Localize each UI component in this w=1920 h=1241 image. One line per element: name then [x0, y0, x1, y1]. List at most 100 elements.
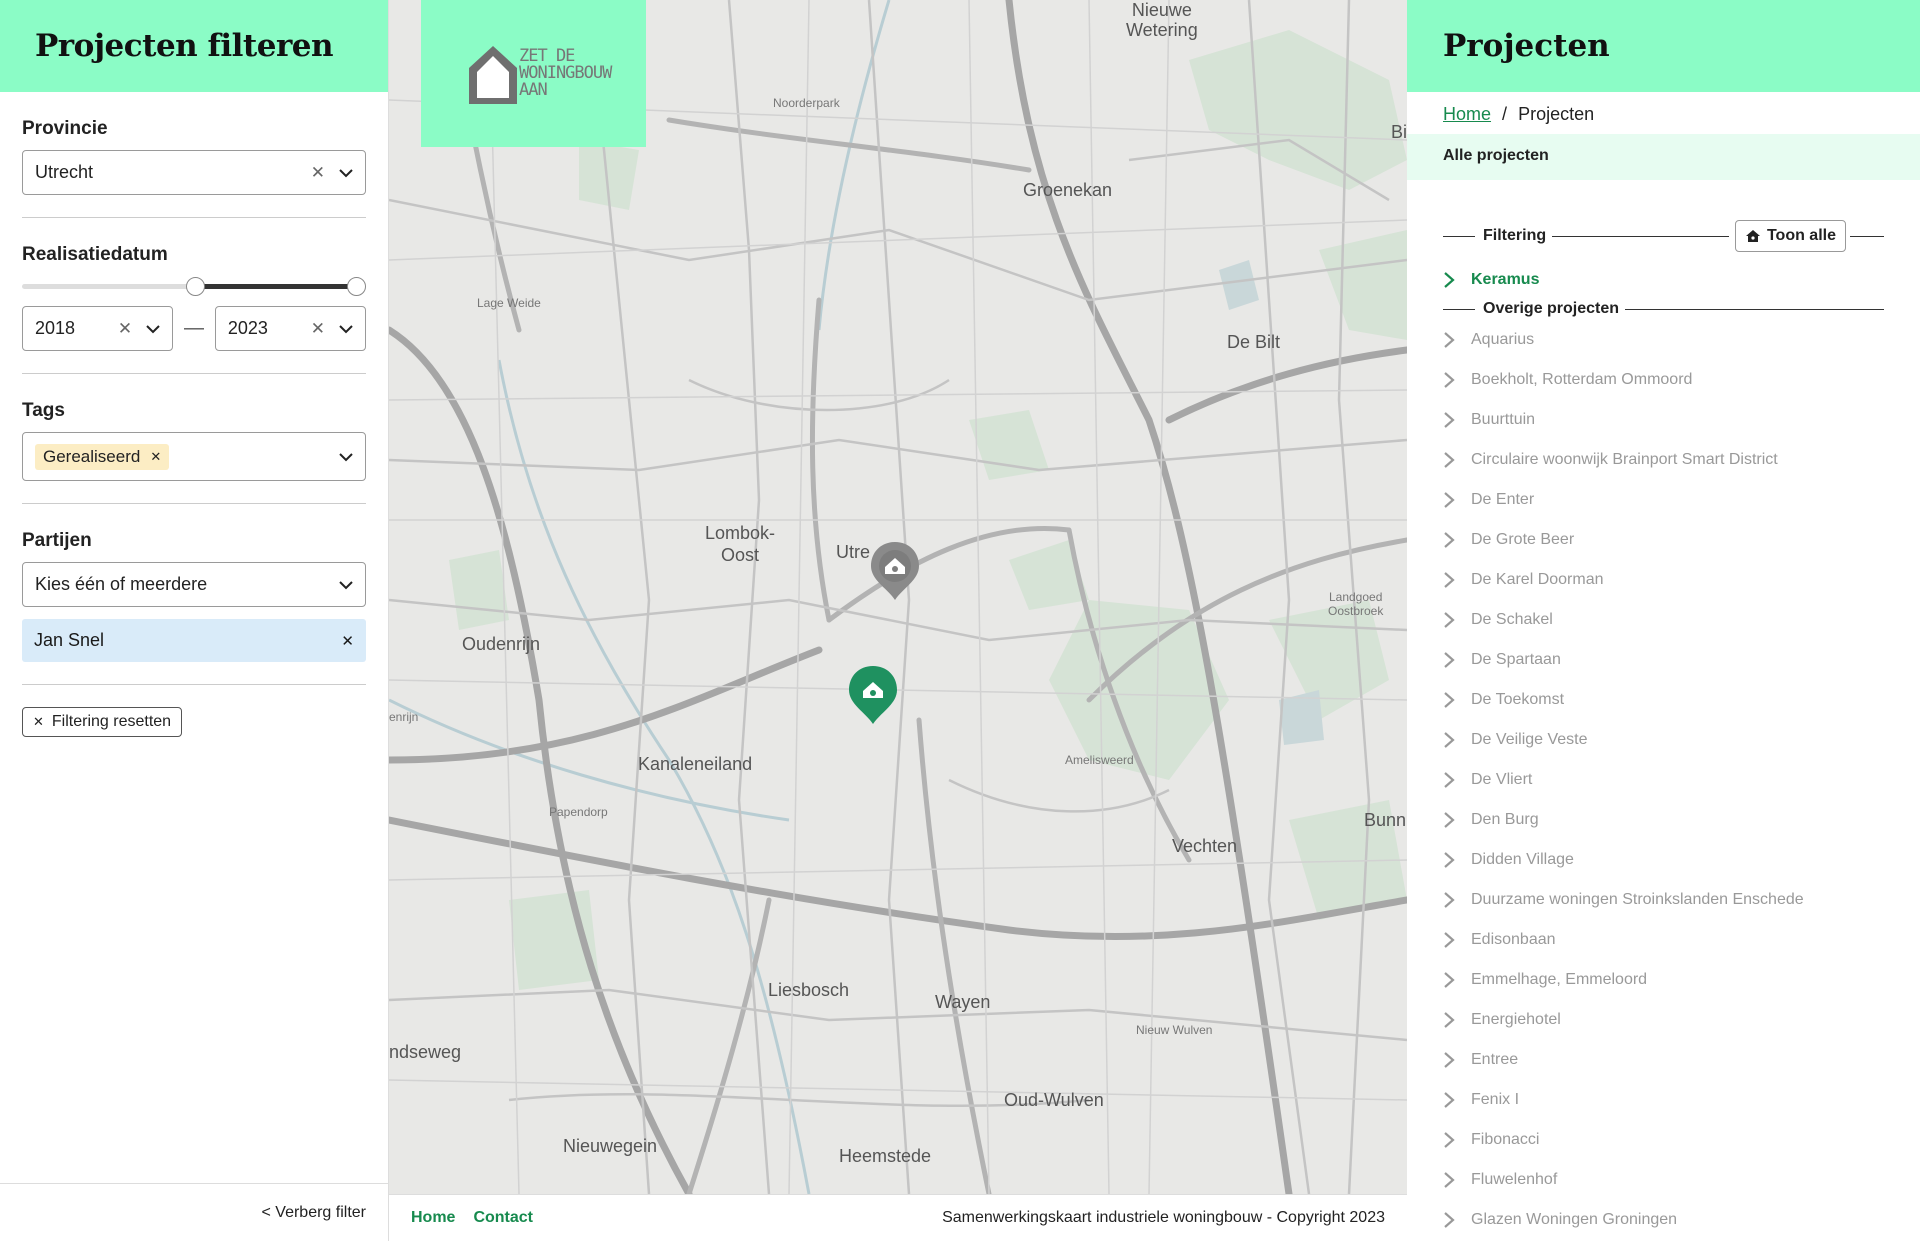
divider — [1443, 235, 1475, 237]
map-label-nieuw-wulven: Nieuw Wulven — [1136, 1023, 1213, 1037]
filter-panel-footer: < Verberg filter — [0, 1183, 388, 1241]
clear-icon[interactable]: ✕ — [118, 319, 132, 339]
map-label-bi: Bi — [1391, 122, 1407, 142]
project-list-item[interactable]: Duurzame woningen Stroinkslanden Ensched… — [1443, 880, 1920, 920]
project-list-item[interactable]: Keramus — [1443, 260, 1920, 300]
other-projects-label: Overige projecten — [1483, 300, 1620, 317]
map-pin-icon — [871, 542, 919, 600]
provincie-select[interactable]: Utrecht ✕ — [22, 150, 366, 195]
project-list-item[interactable]: Energiehotel — [1443, 1000, 1920, 1040]
map-label-landgoed: Landgoed Oostbroek — [1328, 590, 1384, 618]
chevron-right-icon — [1443, 851, 1465, 869]
tag-chip: Gerealiseerd ✕ — [35, 443, 170, 470]
project-list-item[interactable]: Aquarius — [1443, 320, 1920, 360]
project-name: De Vliert — [1471, 771, 1533, 788]
project-list-item[interactable]: Fibonacci — [1443, 1120, 1920, 1160]
breadcrumb-current: Projecten — [1518, 104, 1595, 124]
project-list-item[interactable]: Den Burg — [1443, 800, 1920, 840]
map-label-ndseweg: ndseweg — [389, 1042, 462, 1062]
map-label-wayen: Wayen — [935, 992, 991, 1012]
reset-filter-button[interactable]: ✕ Filtering resetten — [22, 707, 183, 737]
project-list-item[interactable]: De Enter — [1443, 480, 1920, 520]
project-list-item[interactable]: Fenix I — [1443, 1080, 1920, 1120]
map[interactable]: ZET DE WONINGBOUW AAN Nieuwe Wetering No… — [389, 0, 1407, 1194]
project-list-item[interactable]: Entree — [1443, 1040, 1920, 1080]
partijen-select[interactable]: Kies één of meerdere — [22, 562, 366, 607]
project-list-item[interactable]: De Vliert — [1443, 760, 1920, 800]
project-marker-keramus[interactable] — [847, 664, 899, 726]
site-logo[interactable]: ZET DE WONINGBOUW AAN — [421, 0, 646, 147]
year-to-value: 2023 — [227, 318, 268, 338]
clear-icon[interactable]: ✕ — [311, 163, 325, 183]
close-icon: ✕ — [33, 714, 44, 729]
slider-handle-start[interactable] — [185, 277, 205, 296]
provincie-label: Provincie — [22, 118, 108, 139]
provincie-section: Provincie Utrecht ✕ — [0, 118, 388, 195]
project-list-item[interactable]: De Spartaan — [1443, 640, 1920, 680]
map-label-heemstede: Heemstede — [839, 1146, 932, 1166]
chevron-down-icon[interactable] — [146, 322, 160, 336]
date-range-slider[interactable] — [22, 276, 366, 296]
show-all-button[interactable]: Toon alle — [1734, 220, 1846, 252]
year-to-select[interactable]: 2023 ✕ — [214, 306, 366, 351]
chevron-right-icon — [1443, 691, 1465, 709]
other-projects-header: Overige projecten — [1443, 300, 1884, 318]
footer-contact-link[interactable]: Contact — [473, 1209, 533, 1227]
chevron-right-icon — [1443, 531, 1465, 549]
project-name: Fluwelenhof — [1471, 1171, 1558, 1188]
chevron-right-icon — [1443, 931, 1465, 949]
chevron-down-icon[interactable] — [339, 322, 353, 336]
project-name: De Veilige Veste — [1471, 731, 1588, 748]
project-list-item[interactable]: Boekholt, Rotterdam Ommoord — [1443, 360, 1920, 400]
provincie-value: Utrecht — [35, 162, 94, 182]
project-marker-gray[interactable] — [869, 540, 921, 602]
project-list-item[interactable]: De Toekomst — [1443, 680, 1920, 720]
chevron-down-icon[interactable] — [339, 578, 353, 592]
chevron-right-icon — [1443, 651, 1465, 669]
remove-partij-icon[interactable]: ✕ — [341, 632, 354, 650]
project-list-item[interactable]: Edisonbaan — [1443, 920, 1920, 960]
year-from-select[interactable]: 2018 ✕ — [22, 306, 174, 351]
project-list-item[interactable]: Buurttuin — [1443, 400, 1920, 440]
map-label-de-bilt: De Bilt — [1227, 332, 1281, 352]
divider — [1443, 308, 1475, 310]
project-list-item[interactable]: Circulaire woonwijk Brainport Smart Dist… — [1443, 440, 1920, 480]
map-label-oud-wulven: Oud-Wulven — [1004, 1090, 1104, 1110]
project-list-item[interactable]: De Karel Doorman — [1443, 560, 1920, 600]
project-name: Glazen Woningen Groningen — [1471, 1211, 1678, 1228]
chevron-down-icon[interactable] — [339, 166, 353, 180]
chevron-down-icon[interactable] — [339, 450, 353, 464]
copyright-text: Samenwerkingskaart industriele woningbou… — [942, 1209, 1385, 1226]
divider — [22, 217, 366, 218]
breadcrumb-home-link[interactable]: Home — [1443, 104, 1491, 124]
realisatiedatum-label: Realisatiedatum — [22, 244, 168, 265]
hide-filter-link[interactable]: < Verberg filter — [262, 1204, 367, 1221]
all-projects-tab[interactable]: Alle projecten — [1407, 134, 1920, 180]
year-from-value: 2018 — [35, 318, 76, 338]
divider — [1850, 235, 1884, 237]
map-label-nieuwe-wetering: Nieuwe Wetering — [1126, 0, 1198, 40]
clear-icon[interactable]: ✕ — [311, 319, 325, 339]
project-list-item[interactable]: De Schakel — [1443, 600, 1920, 640]
filtering-header: Filtering Toon alle — [1443, 220, 1884, 252]
footer-home-link[interactable]: Home — [411, 1209, 455, 1227]
project-list-item[interactable]: Emmelhage, Emmeloord — [1443, 960, 1920, 1000]
project-list-item[interactable]: Didden Village — [1443, 840, 1920, 880]
project-list-item[interactable]: De Grote Beer — [1443, 520, 1920, 560]
project-list-item[interactable]: Fluwelenhof — [1443, 1160, 1920, 1200]
map-label-bunnik: Bunnik — [1364, 810, 1407, 830]
chevron-right-icon — [1443, 771, 1465, 789]
slider-handle-end[interactable] — [347, 277, 366, 296]
map-label-papendorp: Papendorp — [549, 805, 608, 819]
remove-tag-icon[interactable]: ✕ — [150, 449, 161, 465]
filtering-label: Filtering — [1483, 227, 1547, 244]
map-label-liesbosch: Liesbosch — [768, 980, 850, 1000]
other-project-list: Aquarius Boekholt, Rotterdam Ommoord Buurt… — [1443, 320, 1920, 1240]
tags-select[interactable]: Gerealiseerd ✕ — [22, 432, 366, 481]
chevron-right-icon — [1443, 271, 1465, 289]
project-list-item[interactable]: Glazen Woningen Groningen — [1443, 1200, 1920, 1240]
range-dash: — — [184, 317, 204, 339]
project-name: De Karel Doorman — [1471, 571, 1604, 588]
divider — [22, 373, 366, 374]
project-list-item[interactable]: De Veilige Veste — [1443, 720, 1920, 760]
